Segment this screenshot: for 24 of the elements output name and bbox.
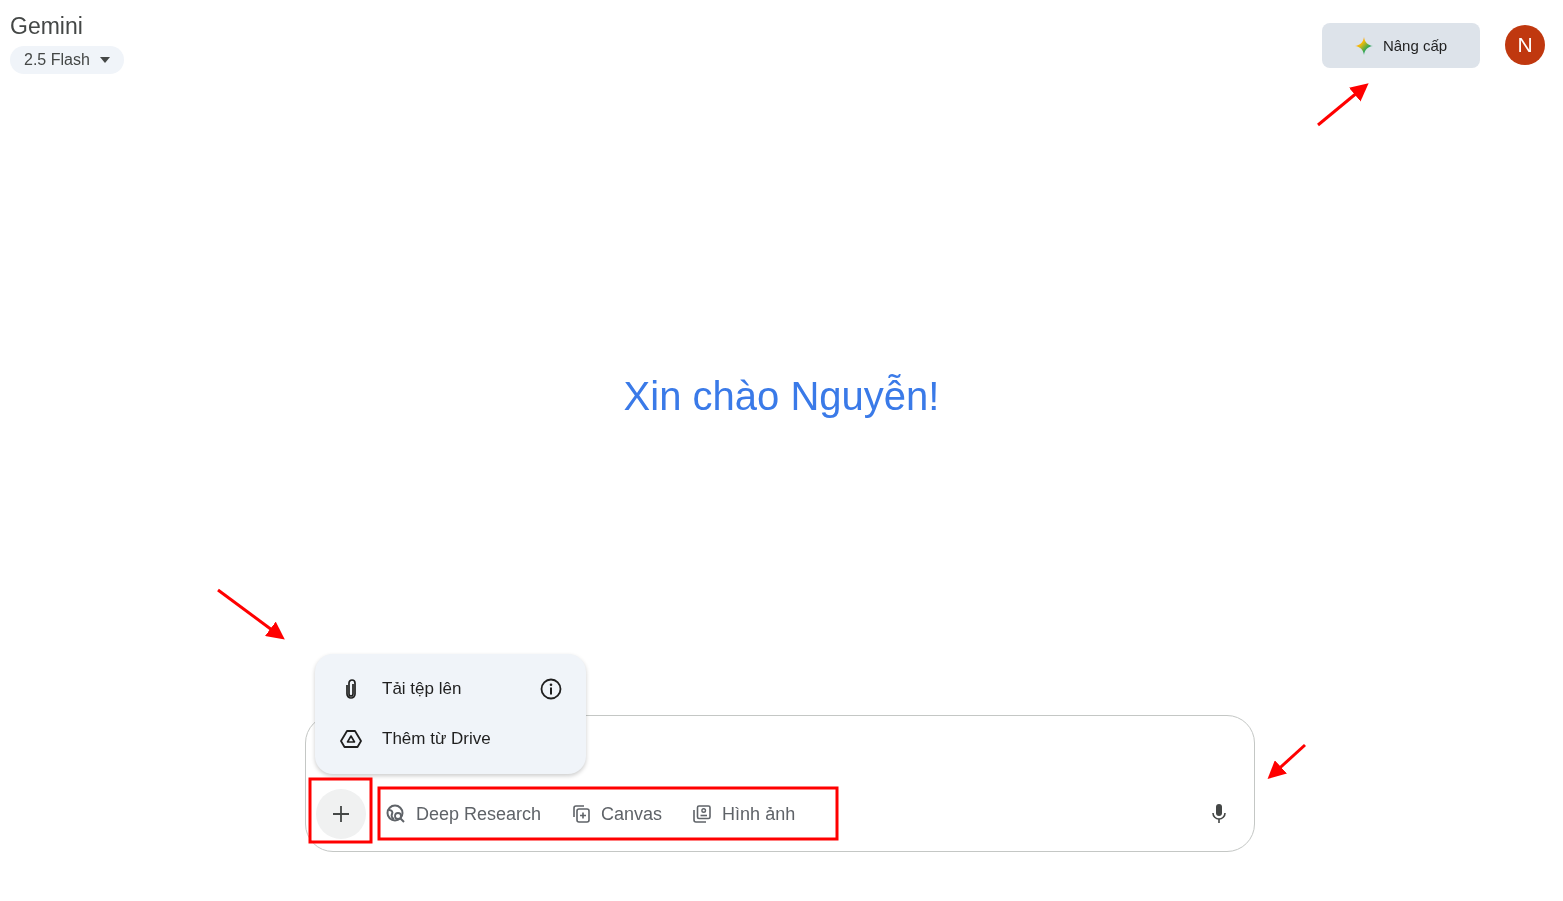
tool-button[interactable]: Canvas xyxy=(565,797,677,831)
upgrade-button[interactable]: Nâng cấp xyxy=(1322,23,1480,68)
menu-item[interactable]: Tải tệp lên xyxy=(315,664,586,714)
add-button[interactable] xyxy=(316,789,366,839)
sparkle-icon xyxy=(1354,36,1373,55)
menu-item[interactable]: Thêm từ Drive xyxy=(315,714,586,764)
app-title: Gemini xyxy=(10,12,83,40)
plus-icon xyxy=(332,805,350,823)
annotation-arrow xyxy=(1317,83,1369,127)
tool-button[interactable]: Deep Research xyxy=(380,797,556,831)
greeting: Xin chào Nguyễn! xyxy=(623,374,940,419)
annotation-arrow xyxy=(1267,743,1306,780)
annotation-arrow xyxy=(217,588,285,640)
tool-button[interactable]: Hình ảnh xyxy=(686,797,810,831)
model-selector[interactable]: 2.5 Flash xyxy=(10,46,124,74)
microphone-icon xyxy=(1212,804,1226,824)
globe-search-icon xyxy=(386,804,406,824)
info-icon[interactable] xyxy=(540,678,562,700)
highlight-frame xyxy=(308,777,373,844)
drive-icon xyxy=(340,729,362,749)
canvas-add-icon xyxy=(571,804,592,824)
image-stack-icon xyxy=(692,804,713,824)
avatar[interactable]: N xyxy=(1505,25,1545,65)
caret-icon xyxy=(99,57,110,63)
